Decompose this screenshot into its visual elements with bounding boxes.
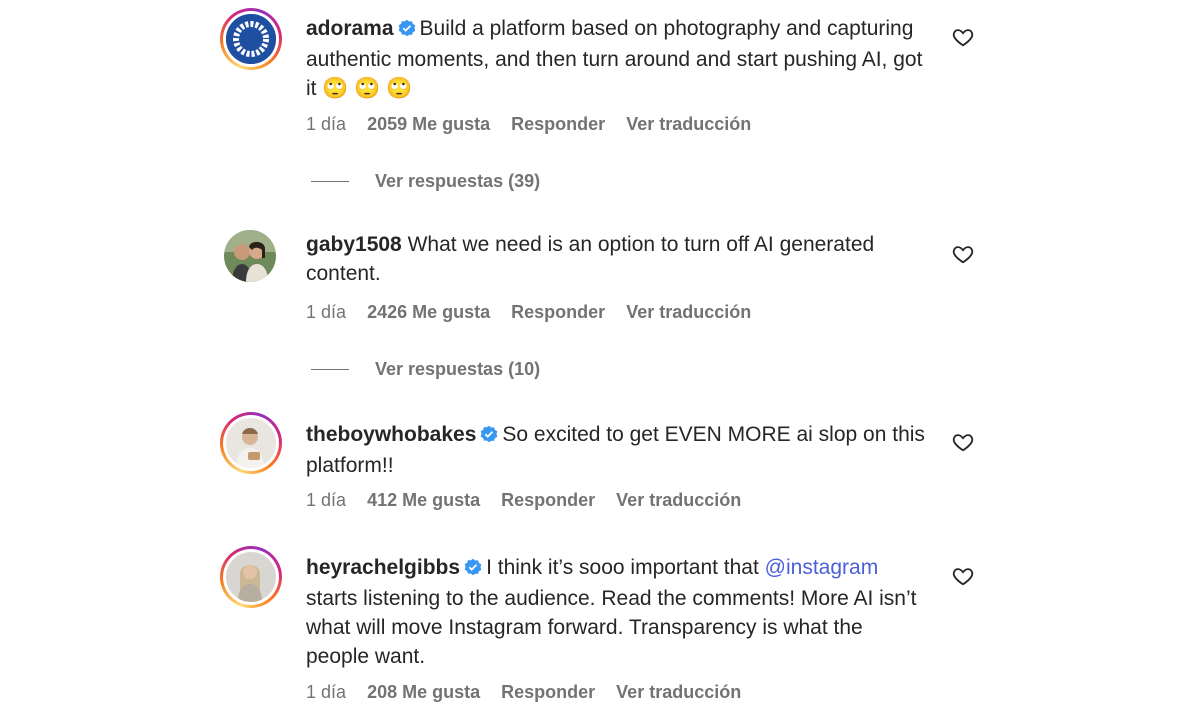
comment-meta: 1 día 412 Me gusta Responder Ver traducc… <box>306 490 757 511</box>
divider <box>311 181 349 182</box>
emoji-text: 🙄 🙄 🙄 <box>322 77 413 100</box>
comment-body: heyrachelgibbs I think it’s sooo importan… <box>306 553 926 671</box>
comment-text-continued: starts listening to the audience. Read t… <box>306 587 917 668</box>
avatar[interactable] <box>220 412 282 474</box>
timestamp[interactable]: 1 día <box>306 302 346 322</box>
avatar[interactable] <box>220 224 282 286</box>
comment-text: I think it’s sooo important that <box>486 556 759 579</box>
username[interactable]: adorama <box>306 17 394 40</box>
verified-badge-icon <box>480 422 498 451</box>
reply-button[interactable]: Responder <box>501 490 595 510</box>
comment-meta: 1 día 2059 Me gusta Responder Ver traduc… <box>306 114 767 135</box>
divider <box>311 369 349 370</box>
comment-meta: 1 día 2426 Me gusta Responder Ver traduc… <box>306 302 767 323</box>
woman-photo-avatar <box>226 552 276 602</box>
comment-meta: 1 día 208 Me gusta Responder Ver traducc… <box>306 682 757 703</box>
translate-button[interactable]: Ver traducción <box>616 490 741 510</box>
reply-button[interactable]: Responder <box>511 302 605 322</box>
translate-button[interactable]: Ver traducción <box>616 682 741 702</box>
translate-button[interactable]: Ver traducción <box>626 302 751 322</box>
like-count[interactable]: 2059 Me gusta <box>367 114 490 134</box>
translate-button[interactable]: Ver traducción <box>626 114 751 134</box>
mention-link[interactable]: @instagram <box>765 556 879 579</box>
like-count[interactable]: 208 Me gusta <box>367 682 480 702</box>
comment-body: theboywhobakes So excited to get EVEN MOR… <box>306 420 926 480</box>
like-count[interactable]: 412 Me gusta <box>367 490 480 510</box>
username[interactable]: heyrachelgibbs <box>306 556 460 579</box>
like-heart-icon[interactable] <box>952 26 974 48</box>
comment-body: gaby1508 What we need is an option to tu… <box>306 230 926 288</box>
verified-badge-icon <box>464 555 482 584</box>
baker-photo-avatar <box>226 418 276 468</box>
like-count[interactable]: 2426 Me gusta <box>367 302 490 322</box>
comment-body: adorama Build a platform based on photogr… <box>306 14 926 103</box>
avatar[interactable] <box>220 546 282 608</box>
verified-badge-icon <box>398 16 416 45</box>
like-heart-icon[interactable] <box>952 243 974 265</box>
timestamp[interactable]: 1 día <box>306 682 346 702</box>
couple-photo-avatar <box>224 230 276 282</box>
reply-button[interactable]: Responder <box>511 114 605 134</box>
like-heart-icon[interactable] <box>952 565 974 587</box>
view-replies-button[interactable]: Ver respuestas (39) <box>311 171 540 192</box>
avatar[interactable] <box>220 8 282 70</box>
adorama-logo-icon <box>226 14 276 64</box>
timestamp[interactable]: 1 día <box>306 490 346 510</box>
username[interactable]: theboywhobakes <box>306 423 476 446</box>
timestamp[interactable]: 1 día <box>306 114 346 134</box>
like-heart-icon[interactable] <box>952 431 974 453</box>
view-replies-button[interactable]: Ver respuestas (10) <box>311 359 540 380</box>
username[interactable]: gaby1508 <box>306 233 402 256</box>
reply-button[interactable]: Responder <box>501 682 595 702</box>
